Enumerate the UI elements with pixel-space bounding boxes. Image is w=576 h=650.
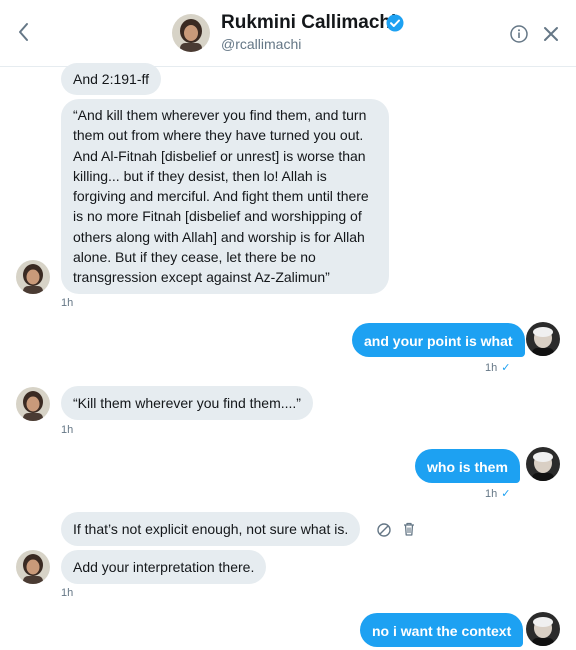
incoming-message[interactable]: And 2:191-ff (61, 63, 162, 95)
incoming-message[interactable]: “Kill them wherever you find them....” (61, 386, 313, 420)
checkmark-icon: ✓ (501, 488, 511, 500)
message-timestamp: 1h ✓ (485, 488, 511, 500)
avatar[interactable] (172, 14, 210, 52)
outgoing-message[interactable]: and your point is what (352, 323, 525, 357)
trash-icon[interactable] (402, 522, 416, 536)
chevron-left-icon[interactable] (14, 21, 34, 43)
avatar[interactable] (526, 447, 560, 481)
outgoing-message[interactable]: who is them (415, 449, 520, 483)
incoming-message[interactable]: “And kill them wherever you find them, a… (61, 99, 389, 294)
checkmark-icon: ✓ (501, 362, 511, 374)
conversation-header: Rukmini Callimachi @rcallimachi (0, 0, 576, 67)
close-icon[interactable] (543, 26, 559, 42)
avatar[interactable] (16, 550, 50, 584)
info-icon[interactable] (510, 25, 528, 43)
verified-badge-icon (386, 14, 404, 32)
contact-name: Rukmini Callimachi (221, 12, 397, 33)
message-timestamp: 1h (61, 297, 74, 309)
avatar[interactable] (526, 612, 560, 646)
message-timestamp: 1h (61, 587, 74, 599)
incoming-message[interactable]: If that’s not explicit enough, not sure … (61, 512, 361, 546)
incoming-message[interactable]: Add your interpretation there. (61, 550, 267, 584)
message-timestamp: 1h ✓ (485, 362, 511, 374)
avatar[interactable] (16, 260, 50, 294)
block-icon[interactable] (377, 523, 391, 537)
message-timestamp: 1h (61, 424, 74, 436)
contact-handle: @rcallimachi (221, 36, 302, 52)
avatar[interactable] (526, 322, 560, 356)
avatar[interactable] (16, 387, 50, 421)
outgoing-message[interactable]: no i want the context (360, 613, 524, 647)
